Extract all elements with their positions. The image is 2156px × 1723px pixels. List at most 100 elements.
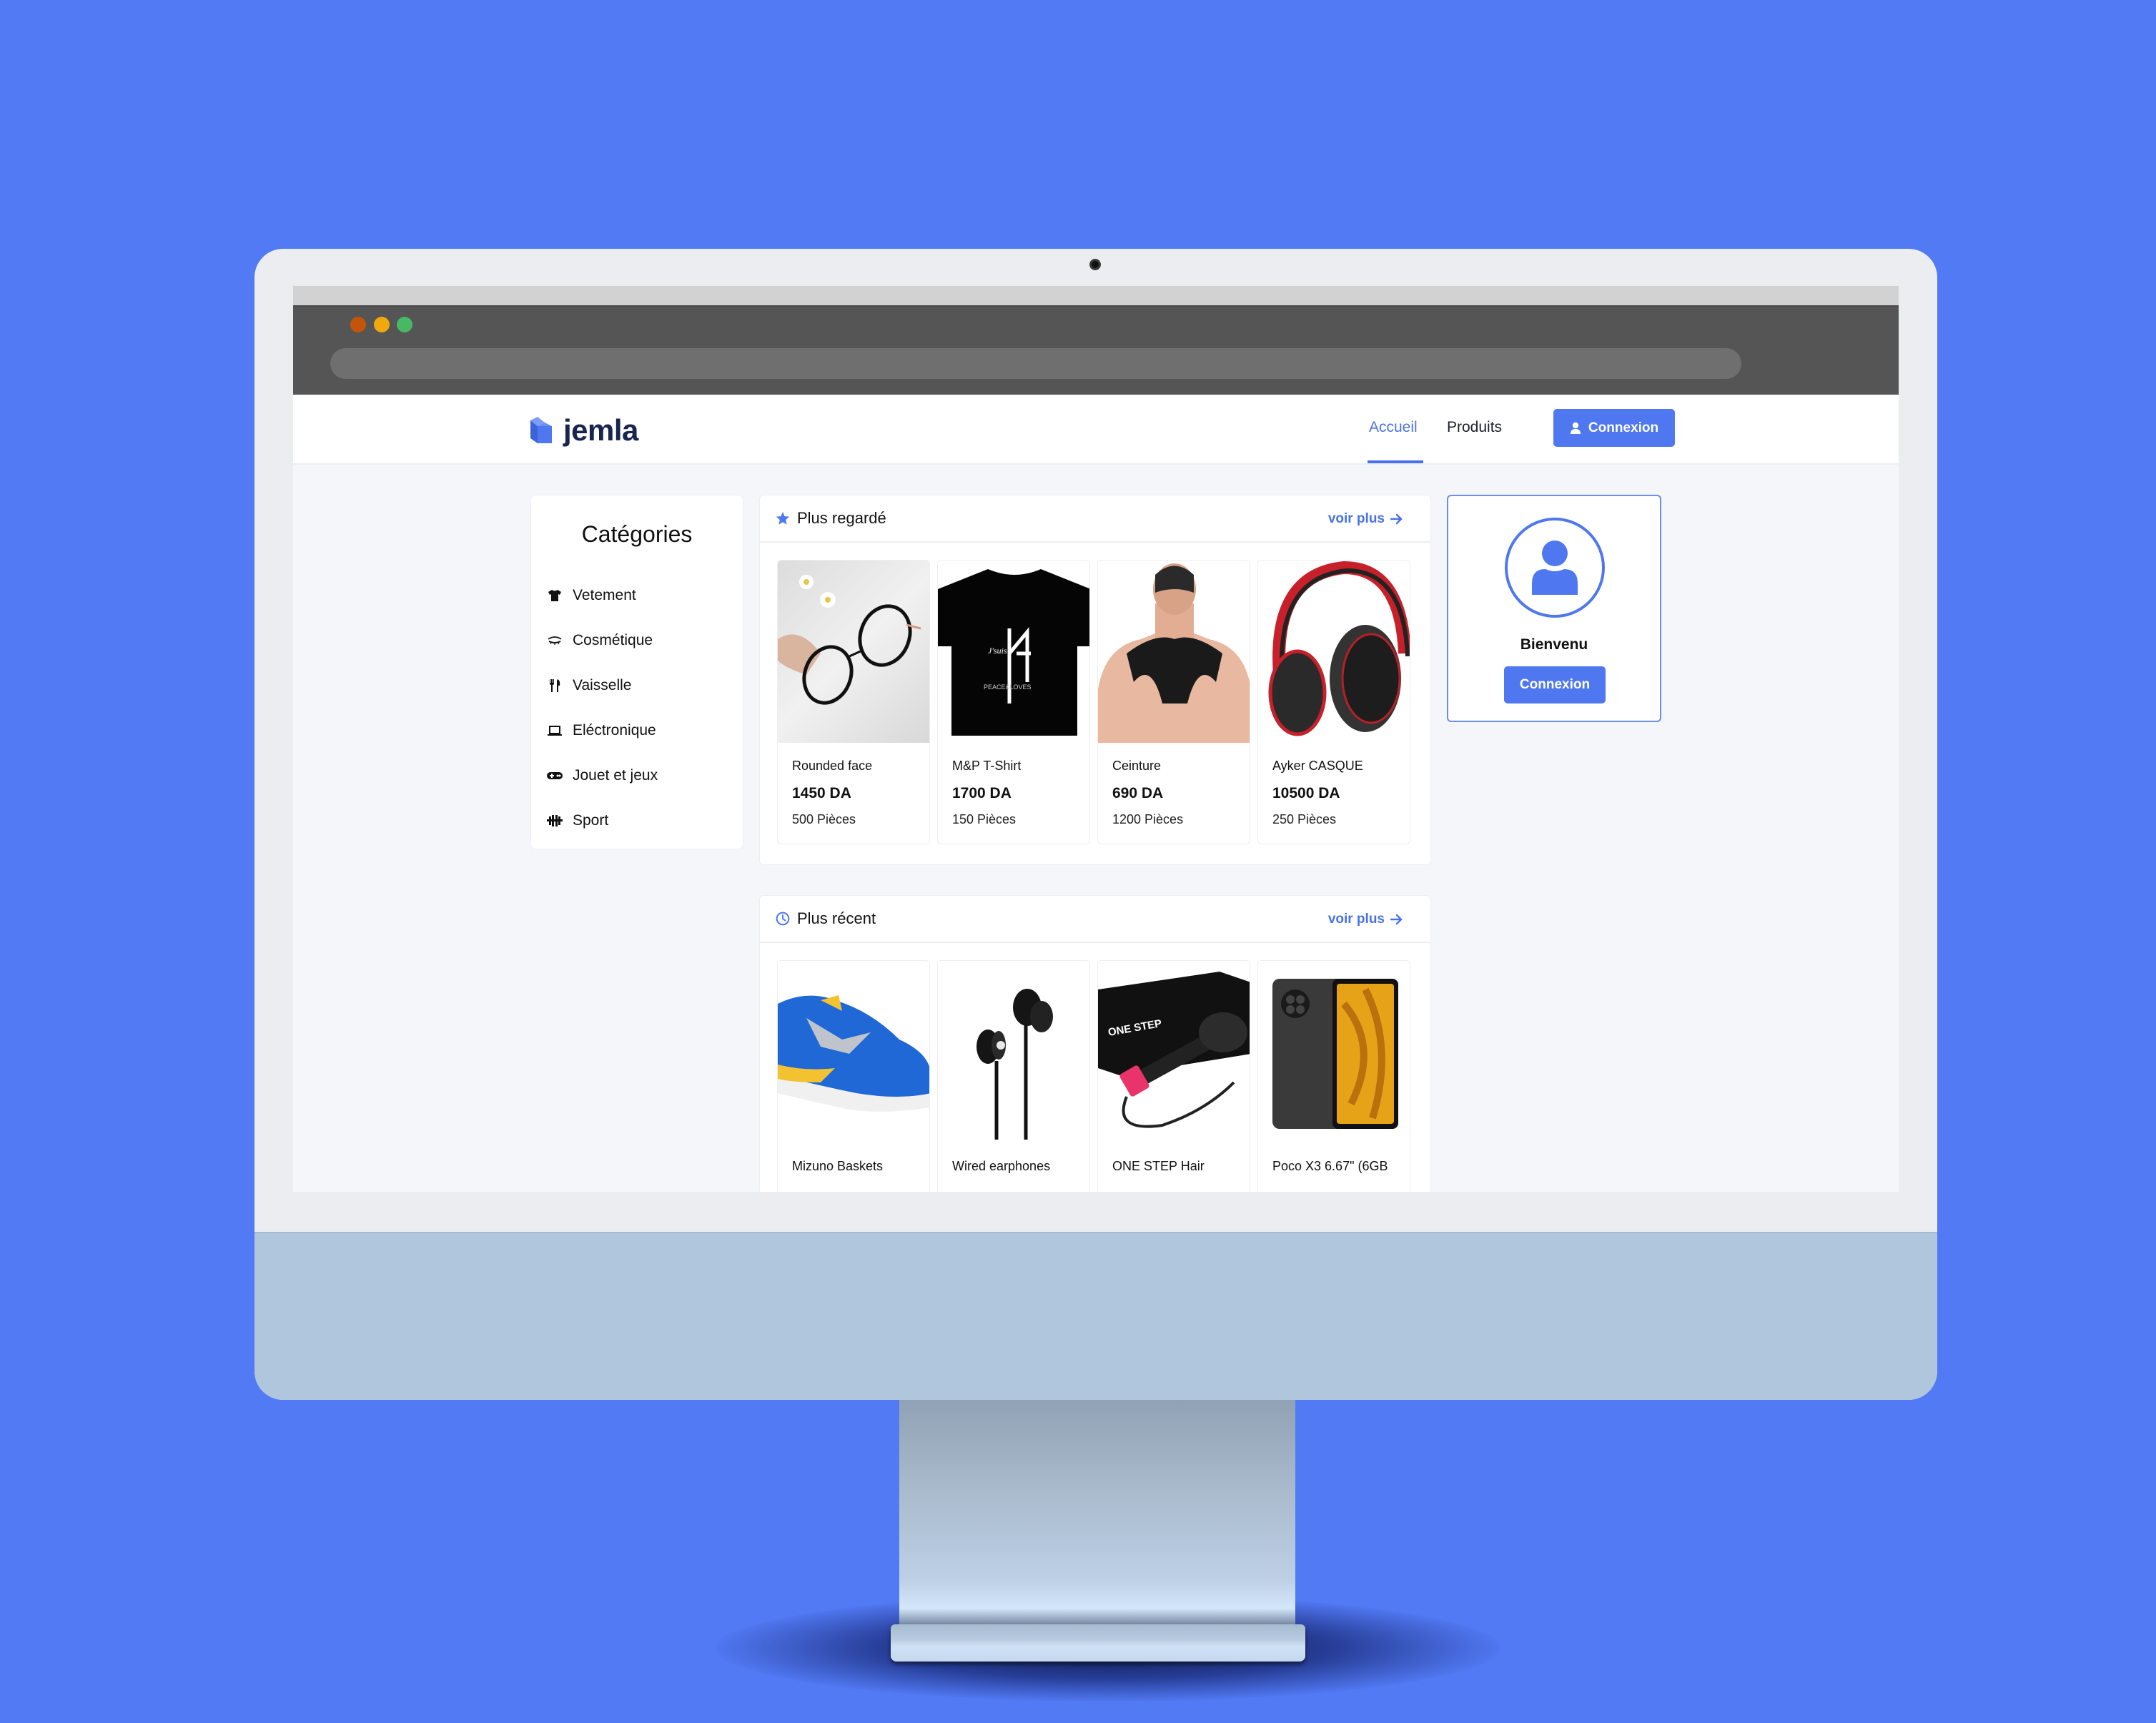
welcome-login-button[interactable]: Connexion (1504, 666, 1606, 703)
web-page: jemla Accueil Produits Connexion Catégor… (293, 395, 1899, 1192)
product-stock: 250 Pièces (1272, 812, 1337, 826)
nav-accueil[interactable]: Accueil (1369, 419, 1418, 436)
section-header: Plus récent voir plus (760, 896, 1430, 943)
product-list: Rounded face 1450 DA 500 Pièces J'suis P… (777, 560, 1410, 844)
browser-toolbar (293, 305, 1899, 395)
category-item-vaisselle[interactable]: Vaisselle (547, 677, 631, 694)
product-card[interactable]: Wired earphones (937, 960, 1090, 1192)
product-image-tshirt: J'suis PEACE&LOVES (938, 561, 1089, 743)
product-card[interactable]: Rounded face 1450 DA 500 Pièces (777, 560, 930, 844)
product-name: M&P T-Shirt (952, 759, 1022, 773)
nav-produits[interactable]: Produits (1447, 419, 1502, 436)
close-window-button[interactable] (350, 317, 366, 332)
most-recent-section: Plus récent voir plus Mizuno Baskets Wir… (759, 895, 1431, 1192)
product-stock: 500 Pièces (792, 812, 856, 826)
user-icon (1570, 422, 1581, 434)
section-title: Plus récent (776, 909, 876, 928)
address-bar[interactable] (330, 348, 1741, 379)
tshirt-icon (547, 588, 563, 603)
category-label: Eléctronique (573, 722, 656, 739)
categories-title: Catégories (581, 521, 693, 547)
category-label: Cosmétique (573, 632, 653, 648)
maximize-window-button[interactable] (397, 317, 412, 332)
monitor-stand (899, 1398, 1295, 1626)
utensils-icon (547, 678, 563, 693)
see-more-link[interactable]: voir plus (1328, 912, 1403, 927)
section-title-text: Plus regardé (797, 509, 886, 527)
monitor-chin (254, 1232, 1937, 1400)
product-image-earphones (938, 961, 1089, 1143)
section-header: Plus regardé voir plus (760, 495, 1430, 543)
brand-name: jemla (563, 413, 638, 447)
most-viewed-section: Plus regardé voir plus Rounded face 1450… (759, 495, 1431, 865)
laptop-icon (547, 724, 563, 738)
product-name: ONE STEP Hair (1112, 1159, 1205, 1173)
product-name: Poco X3 6.67" (6GB (1272, 1159, 1388, 1173)
arrow-right-icon (1390, 914, 1403, 925)
cube-logo-icon (530, 417, 552, 443)
welcome-greeting: Bienvenu (1520, 636, 1588, 653)
product-card[interactable]: ONE STEP ONE STEP Hair (1097, 960, 1250, 1192)
product-image-headphones (1258, 561, 1410, 743)
category-item-jouet-et-jeux[interactable]: Jouet et jeux (547, 767, 658, 784)
screen: jemla Accueil Produits Connexion Catégor… (293, 286, 1899, 1192)
categories-panel: Catégories Vetement Cosmétique Vaisselle… (530, 495, 743, 849)
user-avatar-icon (1532, 540, 1578, 595)
product-name: Rounded face (792, 759, 873, 773)
product-card[interactable]: Ayker CASQUE 10500 DA 250 Pièces (1257, 560, 1410, 844)
brand-logo[interactable]: jemla (529, 413, 638, 448)
product-name: Wired earphones (952, 1159, 1051, 1173)
category-item-electronique[interactable]: Eléctronique (547, 722, 656, 739)
category-label: Vaisselle (573, 677, 632, 693)
category-label: Sport (573, 812, 609, 829)
product-card[interactable]: Poco X3 6.67" (6GB (1257, 960, 1410, 1192)
arrow-right-icon (1390, 513, 1403, 525)
product-name: Mizuno Baskets (792, 1159, 884, 1173)
product-stock: 1200 Pièces (1112, 812, 1184, 826)
category-item-vetement[interactable]: Vetement (547, 587, 636, 604)
camera-icon (1089, 259, 1101, 270)
see-more-label: voir plus (1327, 912, 1385, 927)
product-card[interactable]: J'suis PEACE&LOVES M&P T-Shirt 1700 DA 1… (937, 560, 1090, 844)
product-price: 10500 DA (1272, 785, 1340, 801)
svg-text:PEACE&LOVES: PEACE&LOVES (984, 683, 1032, 691)
see-more-link[interactable]: voir plus (1328, 511, 1403, 527)
product-price: 690 DA (1112, 785, 1164, 801)
product-stock: 150 Pièces (952, 812, 1017, 826)
product-name: Ayker CASQUE (1272, 759, 1363, 773)
product-image-posture-belt (1098, 561, 1250, 743)
dumbbell-icon (547, 814, 563, 828)
product-name: Ceinture (1112, 759, 1162, 773)
top-navbar: jemla Accueil Produits Connexion (293, 395, 1899, 465)
product-list: Mizuno Baskets Wired earphones ONE STEP … (777, 960, 1410, 1192)
product-image-smartphone (1258, 961, 1410, 1143)
product-image-hair-dryer-brush: ONE STEP (1098, 961, 1250, 1143)
eye-lashes-icon (547, 633, 563, 648)
see-more-label: voir plus (1327, 511, 1385, 526)
product-card[interactable]: Ceinture 690 DA 1200 Pièces (1097, 560, 1250, 844)
category-item-cosmetique[interactable]: Cosmétique (547, 632, 653, 649)
product-price: 1700 DA (952, 785, 1012, 801)
product-image-sneaker (778, 961, 929, 1143)
product-card[interactable]: Mizuno Baskets (777, 960, 930, 1192)
monitor-stand-base (891, 1624, 1305, 1662)
monitor: jemla Accueil Produits Connexion Catégor… (254, 249, 1937, 1400)
category-label: Vetement (573, 587, 636, 603)
active-nav-indicator (1368, 460, 1423, 463)
minimize-window-button[interactable] (374, 317, 390, 332)
category-label: Jouet et jeux (573, 767, 658, 784)
product-image-glasses (778, 561, 929, 743)
avatar (1505, 518, 1605, 618)
header-login-label: Connexion (1588, 420, 1659, 435)
category-item-sport[interactable]: Sport (547, 812, 608, 829)
svg-text:J'suis: J'suis (988, 646, 1007, 656)
browser-top-strip (293, 286, 1899, 305)
welcome-card: Bienvenu Connexion (1447, 495, 1661, 722)
clock-icon (776, 912, 790, 926)
product-price: 1450 DA (792, 785, 851, 801)
star-icon (776, 511, 790, 525)
section-title: Plus regardé (776, 509, 886, 528)
section-title-text: Plus récent (797, 909, 876, 927)
gamepad-icon (547, 769, 563, 783)
header-login-button[interactable]: Connexion (1553, 409, 1675, 447)
